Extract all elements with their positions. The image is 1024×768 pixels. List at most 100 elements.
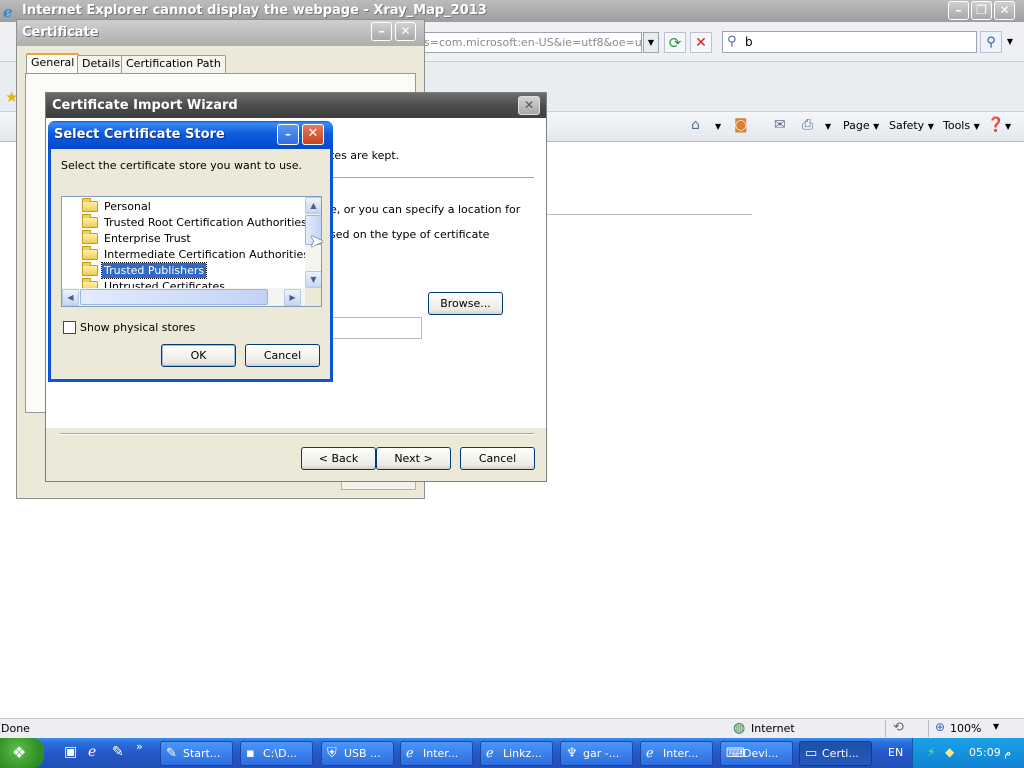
network-icon[interactable]: ⚡	[927, 745, 935, 759]
taskbar-button-linkz[interactable]: ℯ Linkz...	[480, 741, 553, 766]
ok-button[interactable]: OK	[161, 344, 236, 367]
quick-launch-paint-icon[interactable]: ✎	[112, 744, 124, 760]
taskbar-button-usb[interactable]: ⛨ USB ...	[321, 741, 394, 766]
tab-certification-path[interactable]: Certification Path	[121, 55, 226, 73]
scroll-down-icon[interactable]: ▼	[305, 271, 321, 288]
tree-item-trusted-root[interactable]: Trusted Root Certification Authorities	[82, 214, 309, 231]
ie-icon: ℯ	[486, 746, 494, 761]
minimize-button[interactable]: –	[948, 1, 969, 20]
folder-icon	[82, 246, 98, 260]
taskbar-button-certificate[interactable]: ▭ Certi...	[799, 741, 872, 766]
print-icon[interactable]: ⎙	[802, 117, 813, 133]
device-icon: ⌨	[726, 746, 745, 761]
search-go-button[interactable]: ⚲	[980, 31, 1002, 53]
home-icon[interactable]: ⌂	[691, 117, 700, 133]
close-button[interactable]: ✕	[994, 1, 1015, 20]
show-physical-stores-label[interactable]: Show physical stores	[80, 321, 195, 334]
status-separator	[928, 720, 929, 737]
search-value: b	[745, 35, 753, 49]
tools-menu[interactable]: Tools ▼	[943, 119, 980, 132]
browse-button[interactable]: Browse...	[428, 292, 503, 315]
scroll-left-icon[interactable]: ◀	[62, 289, 79, 306]
tree-item-trusted-publishers[interactable]: Trusted Publishers	[82, 262, 208, 279]
wizard-cancel-button[interactable]: Cancel	[460, 447, 535, 470]
taskbar-button-label: C:\D...	[263, 747, 298, 760]
status-bar: Done ◍ Internet ⟲ ⊕ 100% ▼	[0, 718, 1024, 738]
tree-item-label: Personal	[104, 200, 151, 213]
wizard-description-line3: sed on the type of certificate	[330, 228, 490, 241]
search-options-button[interactable]: ▼	[1003, 31, 1017, 53]
print-dropdown-icon[interactable]: ▼	[825, 122, 831, 131]
taskbar-button-internet[interactable]: ℯ Inter...	[400, 741, 473, 766]
tree-item-enterprise-trust[interactable]: Enterprise Trust	[82, 230, 193, 247]
show-physical-stores-checkbox[interactable]	[63, 321, 76, 334]
wizard-close-button[interactable]: ✕	[518, 96, 540, 115]
tree-item-label: Intermediate Certification Authorities	[104, 248, 310, 261]
feeds-icon[interactable]: ◙	[734, 117, 748, 133]
tab-details[interactable]: Details	[77, 55, 126, 73]
scroll-up-icon[interactable]: ▲	[305, 197, 321, 214]
taskbar-button-gar[interactable]: ♆ gar -...	[560, 741, 633, 766]
protected-mode-icon[interactable]: ⟲	[893, 720, 904, 735]
taskbar-button-label: gar -...	[583, 747, 620, 760]
page-menu[interactable]: Page ▼	[843, 119, 879, 132]
select-store-minimize-button[interactable]: –	[277, 124, 299, 145]
help-icon[interactable]: ❓	[987, 117, 1004, 133]
show-desktop-icon[interactable]: ▣	[64, 744, 77, 760]
taskbar-button-cmd[interactable]: ▪ C:\D...	[240, 741, 313, 766]
system-tray: EN ⚡ ◆ 05:09 م	[888, 738, 1024, 768]
folder-icon	[82, 230, 98, 244]
maximize-button[interactable]: ❐	[971, 1, 992, 20]
select-store-title: Select Certificate Store	[54, 127, 225, 142]
next-button[interactable]: Next >	[376, 447, 451, 470]
quick-launch-ie-icon[interactable]: ℯ	[88, 744, 96, 760]
ie-icon: ℯ	[406, 746, 414, 761]
address-dropdown-button[interactable]: ▼	[643, 32, 659, 53]
quick-launch-more-icon[interactable]: »	[136, 740, 143, 753]
store-tree[interactable]: Personal Trusted Root Certification Auth…	[61, 196, 322, 307]
mail-icon[interactable]: ✉	[774, 117, 786, 133]
mouse-cursor-icon: ➤	[309, 231, 325, 252]
scroll-corner	[305, 288, 321, 306]
taskbar-button-label: Linkz...	[503, 747, 542, 760]
refresh-icon[interactable]: ⟳	[664, 32, 686, 53]
horizontal-scrollbar[interactable]: ◀ ▶	[62, 288, 305, 306]
back-button-label: < Back	[318, 452, 359, 465]
taskbar-button-internet-2[interactable]: ℯ Inter...	[640, 741, 713, 766]
taskbar-button-start[interactable]: ✎ Start...	[160, 741, 233, 766]
certificate-close-button[interactable]: ✕	[395, 22, 416, 41]
ie-window-title: Internet Explorer cannot display the web…	[22, 3, 487, 18]
folder-icon	[82, 214, 98, 228]
wizard-title: Certificate Import Wizard	[52, 98, 238, 113]
horizontal-scroll-thumb[interactable]	[80, 289, 268, 305]
select-store-close-button[interactable]: ✕	[302, 124, 324, 145]
store-cancel-button[interactable]: Cancel	[245, 344, 320, 367]
folder-icon	[82, 262, 98, 276]
status-separator	[885, 720, 886, 737]
tree-item-personal[interactable]: Personal	[82, 198, 153, 215]
zoom-dropdown-icon[interactable]: ▼	[993, 722, 999, 731]
store-cancel-label: Cancel	[263, 349, 302, 362]
tree-item-intermediate-ca[interactable]: Intermediate Certification Authorities	[82, 246, 311, 263]
ie-icon: ℯ	[646, 746, 654, 761]
language-indicator[interactable]: EN	[888, 746, 903, 759]
safety-menu[interactable]: Safety ▼	[889, 119, 934, 132]
zoom-icon[interactable]: ⊕	[935, 720, 945, 734]
address-input[interactable]: s=com.microsoft:en-US&ie=utf8&oe=utf8	[420, 32, 642, 53]
wizard-description-line1: tes are kept.	[330, 149, 400, 162]
start-button[interactable]: ❖	[0, 738, 44, 768]
search-input[interactable]: ⚲ b	[722, 31, 977, 53]
tray-app-icon[interactable]: ◆	[945, 745, 954, 759]
zoom-level[interactable]: 100%	[950, 722, 981, 735]
help-dropdown-icon[interactable]: ▼	[1005, 122, 1011, 131]
tab-general-label: General	[31, 56, 75, 69]
taskbar-button-device[interactable]: ⌨ Devi...	[720, 741, 793, 766]
certificate-minimize-button[interactable]: –	[371, 22, 392, 41]
back-button[interactable]: < Back	[301, 447, 376, 470]
paint-icon: ✎	[166, 746, 177, 761]
stop-icon[interactable]: ✕	[690, 32, 712, 53]
windows-logo-icon: ❖	[12, 743, 27, 762]
home-dropdown-icon[interactable]: ▼	[715, 122, 721, 131]
tab-general[interactable]: General	[26, 53, 80, 74]
scroll-right-icon[interactable]: ▶	[284, 289, 301, 306]
